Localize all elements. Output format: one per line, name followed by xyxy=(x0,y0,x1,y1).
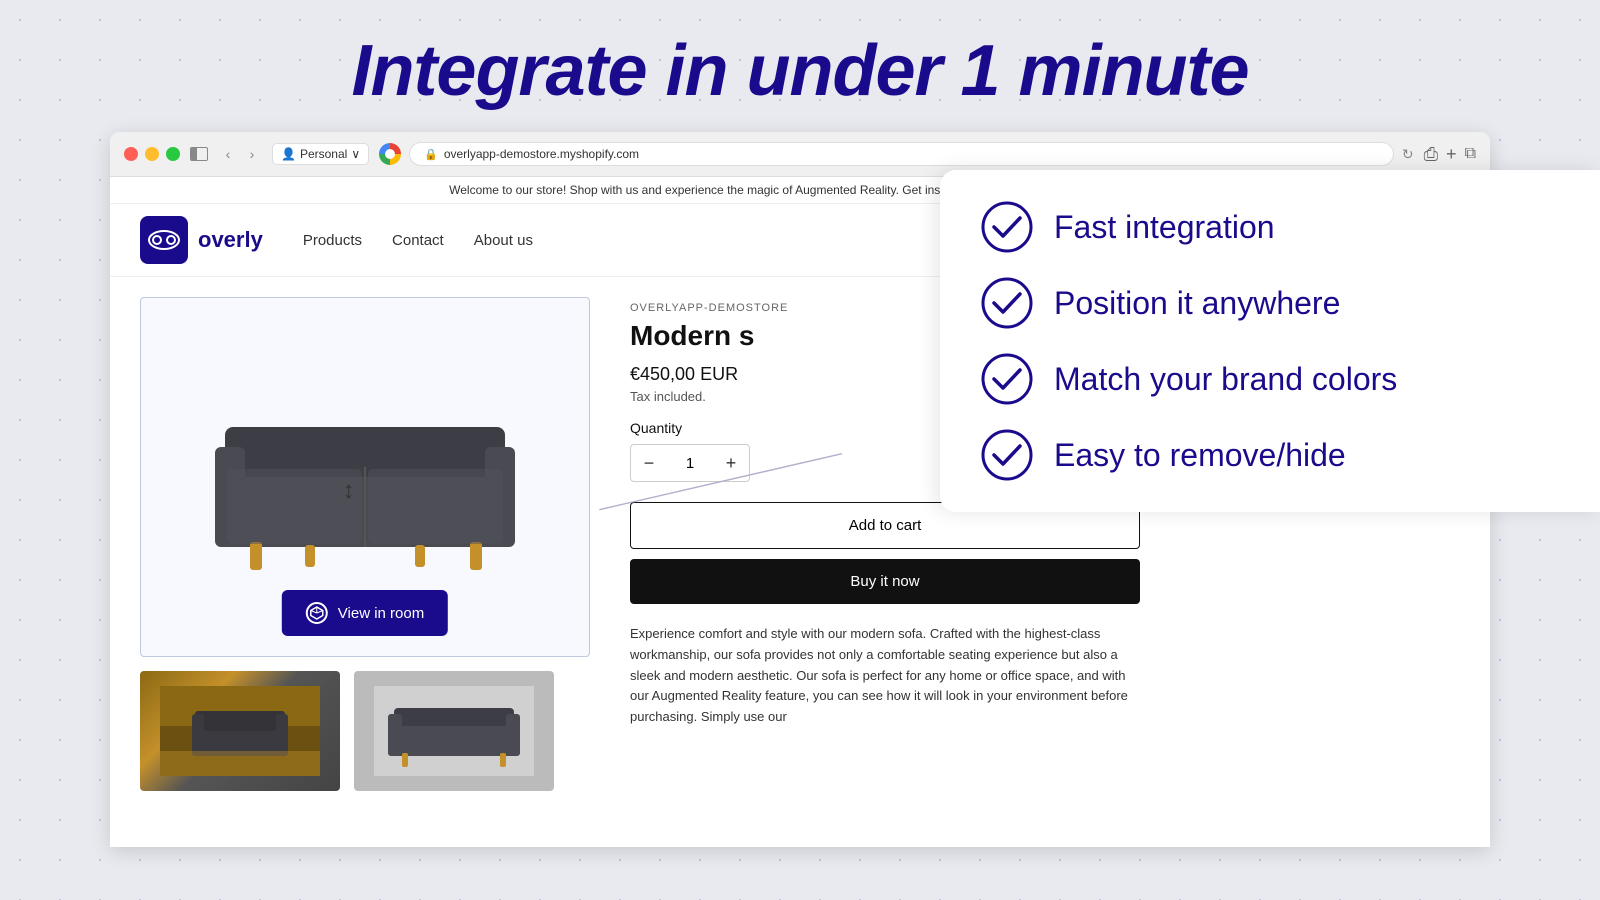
nav-links: Products Contact About us xyxy=(303,232,533,249)
feature-text-2: Position it anywhere xyxy=(1054,285,1340,322)
feature-text-1: Fast integration xyxy=(1054,209,1275,246)
quantity-selector: − 1 + xyxy=(630,444,750,482)
sidebar-toggle-icon[interactable] xyxy=(190,147,208,161)
nav-products[interactable]: Products xyxy=(303,232,362,249)
check-icon-4 xyxy=(980,428,1034,482)
address-bar-container: 🔒 overlyapp-demostore.myshopify.com ↻ xyxy=(379,142,1414,166)
new-tab-icon[interactable]: + xyxy=(1446,144,1457,165)
close-button[interactable] xyxy=(124,147,138,161)
address-bar[interactable]: 🔒 overlyapp-demostore.myshopify.com xyxy=(409,142,1394,166)
buy-now-button[interactable]: Buy it now xyxy=(630,559,1140,604)
traffic-lights xyxy=(124,147,180,161)
page-wrapper: Integrate in under 1 minute ‹ › 👤 Person… xyxy=(0,0,1600,900)
share-icon[interactable]: ⎙ xyxy=(1424,144,1438,165)
features-panel: Fast integration Position it anywhere Ma… xyxy=(940,170,1600,512)
product-description: Experience comfort and style with our mo… xyxy=(630,624,1140,728)
check-icon-1 xyxy=(980,200,1034,254)
nav-about[interactable]: About us xyxy=(474,232,533,249)
profile-pill[interactable]: 👤 Personal ∨ xyxy=(272,143,369,165)
cursor-icon: ↕ xyxy=(343,477,355,505)
nav-contact[interactable]: Contact xyxy=(392,232,444,249)
product-images: ↕ View in room xyxy=(140,297,600,827)
sofa-image xyxy=(205,367,525,587)
nav-arrows: ‹ › xyxy=(218,144,262,164)
view-in-room-label: View in room xyxy=(338,605,424,622)
logo-icon xyxy=(140,216,188,264)
quantity-decrease[interactable]: − xyxy=(631,445,667,481)
lock-icon: 🔒 xyxy=(424,148,438,161)
feature-item-4: Easy to remove/hide xyxy=(980,428,1560,482)
profile-icon: 👤 xyxy=(281,147,296,161)
forward-button[interactable]: › xyxy=(242,144,262,164)
profile-label: Personal xyxy=(300,147,347,161)
duplicate-icon[interactable]: ⧉ xyxy=(1465,145,1476,163)
store-logo: overly xyxy=(140,216,263,264)
ar-icon xyxy=(306,602,328,624)
check-icon-2 xyxy=(980,276,1034,330)
chevron-down-icon: ∨ xyxy=(351,147,360,161)
minimize-button[interactable] xyxy=(145,147,159,161)
feature-item-3: Match your brand colors xyxy=(980,352,1560,406)
view-in-room-button[interactable]: View in room xyxy=(282,590,448,636)
feature-item-1: Fast integration xyxy=(980,200,1560,254)
feature-text-3: Match your brand colors xyxy=(1054,361,1397,398)
check-icon-3 xyxy=(980,352,1034,406)
thumbnail-row xyxy=(140,671,600,791)
thumbnail-1[interactable] xyxy=(140,671,340,791)
url-text: overlyapp-demostore.myshopify.com xyxy=(444,147,639,161)
back-button[interactable]: ‹ xyxy=(218,144,238,164)
main-product-image: ↕ View in room xyxy=(140,297,590,657)
thumbnail-2[interactable] xyxy=(354,671,554,791)
fullscreen-button[interactable] xyxy=(166,147,180,161)
feature-text-4: Easy to remove/hide xyxy=(1054,437,1346,474)
page-headline: Integrate in under 1 minute xyxy=(0,0,1600,132)
feature-item-2: Position it anywhere xyxy=(980,276,1560,330)
chrome-icon xyxy=(379,143,401,165)
browser-actions: ⎙ + ⧉ xyxy=(1424,144,1476,165)
quantity-value: 1 xyxy=(667,455,713,472)
quantity-increase[interactable]: + xyxy=(713,445,749,481)
logo-text: overly xyxy=(198,227,263,253)
reload-icon[interactable]: ↻ xyxy=(1402,146,1414,163)
